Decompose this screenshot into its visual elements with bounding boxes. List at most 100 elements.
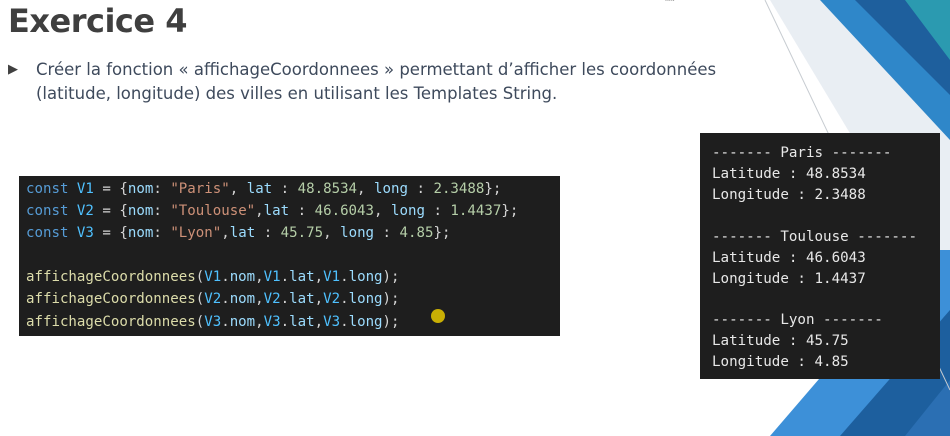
code-token: : [153,181,171,197]
code-token: long [348,291,383,307]
code-token: , [323,225,341,241]
code-token: V3 [76,225,94,241]
code-token: "Paris" [170,181,230,197]
console-line: Latitude : 45.75 [712,333,849,349]
code-token: nom [229,269,256,285]
code-token: long [348,314,383,330]
code-token: . [221,314,230,330]
code-line: const V3 = {nom: "Lyon",lat : 45.75, lon… [26,222,450,244]
code-token: const [26,225,77,241]
code-token: , [255,269,264,285]
code-editor-panel: const V1 = {nom: "Paris", lat : 48.8534,… [19,176,560,336]
console-line: ------- Paris ------- [712,145,892,161]
code-token: nom [127,203,154,219]
code-token: , [314,291,324,307]
code-token: 1.4437 [450,203,502,219]
code-token: V2 [204,291,222,307]
code-token: }; [433,225,451,241]
code-token: V1 [204,269,222,285]
code-token: : [407,181,434,197]
code-token: "Lyon" [170,225,222,241]
code-token: , [255,203,264,219]
code-token: . [280,291,290,307]
code-token: nom [127,181,154,197]
code-line: affichageCoordonnees(V2.nom,V2.lat,V2.lo… [26,288,400,310]
code-token: ); [382,269,400,285]
code-token: }; [484,181,502,197]
code-token: lat [229,225,256,241]
code-token: : [153,203,171,219]
console-output-panel: ------- Paris ------- Latitude : 48.8534 L… [700,133,940,379]
console-line: Longitude : 4.85 [712,354,849,370]
console-line: ------- Lyon ------- [712,312,883,328]
code-token: affichageCoordonnees [26,291,196,307]
code-token: ); [382,291,400,307]
code-token: long [391,203,425,219]
code-token: V1 [323,269,341,285]
code-token: V3 [263,314,281,330]
code-token: : [424,203,451,219]
code-token: long [348,269,383,285]
corner-mark: ..... [665,0,675,3]
slide-title: Exercice 4 [8,2,188,40]
code-token: , [357,181,375,197]
code-token: lat [263,203,290,219]
play-triangle-icon: ▶ [8,61,18,76]
code-line: const V2 = {nom: "Toulouse",lat : 46.604… [26,200,518,222]
code-token: V2 [263,291,281,307]
code-token: 45.75 [280,225,324,241]
code-token: ( [195,314,205,330]
code-token: long [340,225,375,241]
console-line: Longitude : 2.3488 [712,187,866,203]
code-token: }; [501,203,519,219]
code-token: , [374,203,391,219]
code-token: : [272,181,298,197]
code-token: : [289,203,315,219]
code-token: lat [246,181,273,197]
code-token: 2.3488 [433,181,485,197]
code-token: const [26,181,77,197]
code-token: ( [195,269,205,285]
code-token: nom [229,291,256,307]
code-token: ( [195,291,205,307]
console-line: Latitude : 48.8534 [712,166,866,182]
console-line: Longitude : 1.4437 [712,271,866,287]
code-token: V1 [76,181,94,197]
code-token: , [314,314,324,330]
code-token: : [153,225,171,241]
code-token: : [255,225,281,241]
code-token: lat [289,314,315,330]
code-token: . [221,291,230,307]
code-token: , [229,181,247,197]
code-token: . [221,269,230,285]
code-token: long [374,181,408,197]
code-token: . [340,269,349,285]
code-token: affichageCoordonnees [26,314,196,330]
code-token: 46.6043 [314,203,375,219]
code-token: 48.8534 [297,181,358,197]
bullet-text-line: Créer la fonction « affichageCoordonnees… [36,60,717,79]
code-token: lat [289,269,315,285]
code-token: . [280,269,290,285]
bullet-text-line: (latitude, longitude) des villes en util… [36,84,558,103]
code-token: ); [382,314,400,330]
code-token: nom [229,314,256,330]
code-token: nom [127,225,154,241]
code-token: lat [289,291,315,307]
code-line: const V1 = {nom: "Paris", lat : 48.8534,… [26,178,501,200]
code-token: V3 [204,314,222,330]
code-token: , [255,291,264,307]
code-token: , [221,225,230,241]
code-token: V1 [263,269,281,285]
code-token: . [340,314,349,330]
console-line: ------- Toulouse ------- [712,229,917,245]
code-token: = { [93,203,128,219]
code-token: V3 [323,314,341,330]
code-token: : [374,225,400,241]
code-token: "Toulouse" [170,203,256,219]
code-token: = { [93,181,128,197]
code-token: . [280,314,290,330]
code-token: const [26,203,77,219]
code-token: 4.85 [399,225,434,241]
code-token: V2 [323,291,341,307]
